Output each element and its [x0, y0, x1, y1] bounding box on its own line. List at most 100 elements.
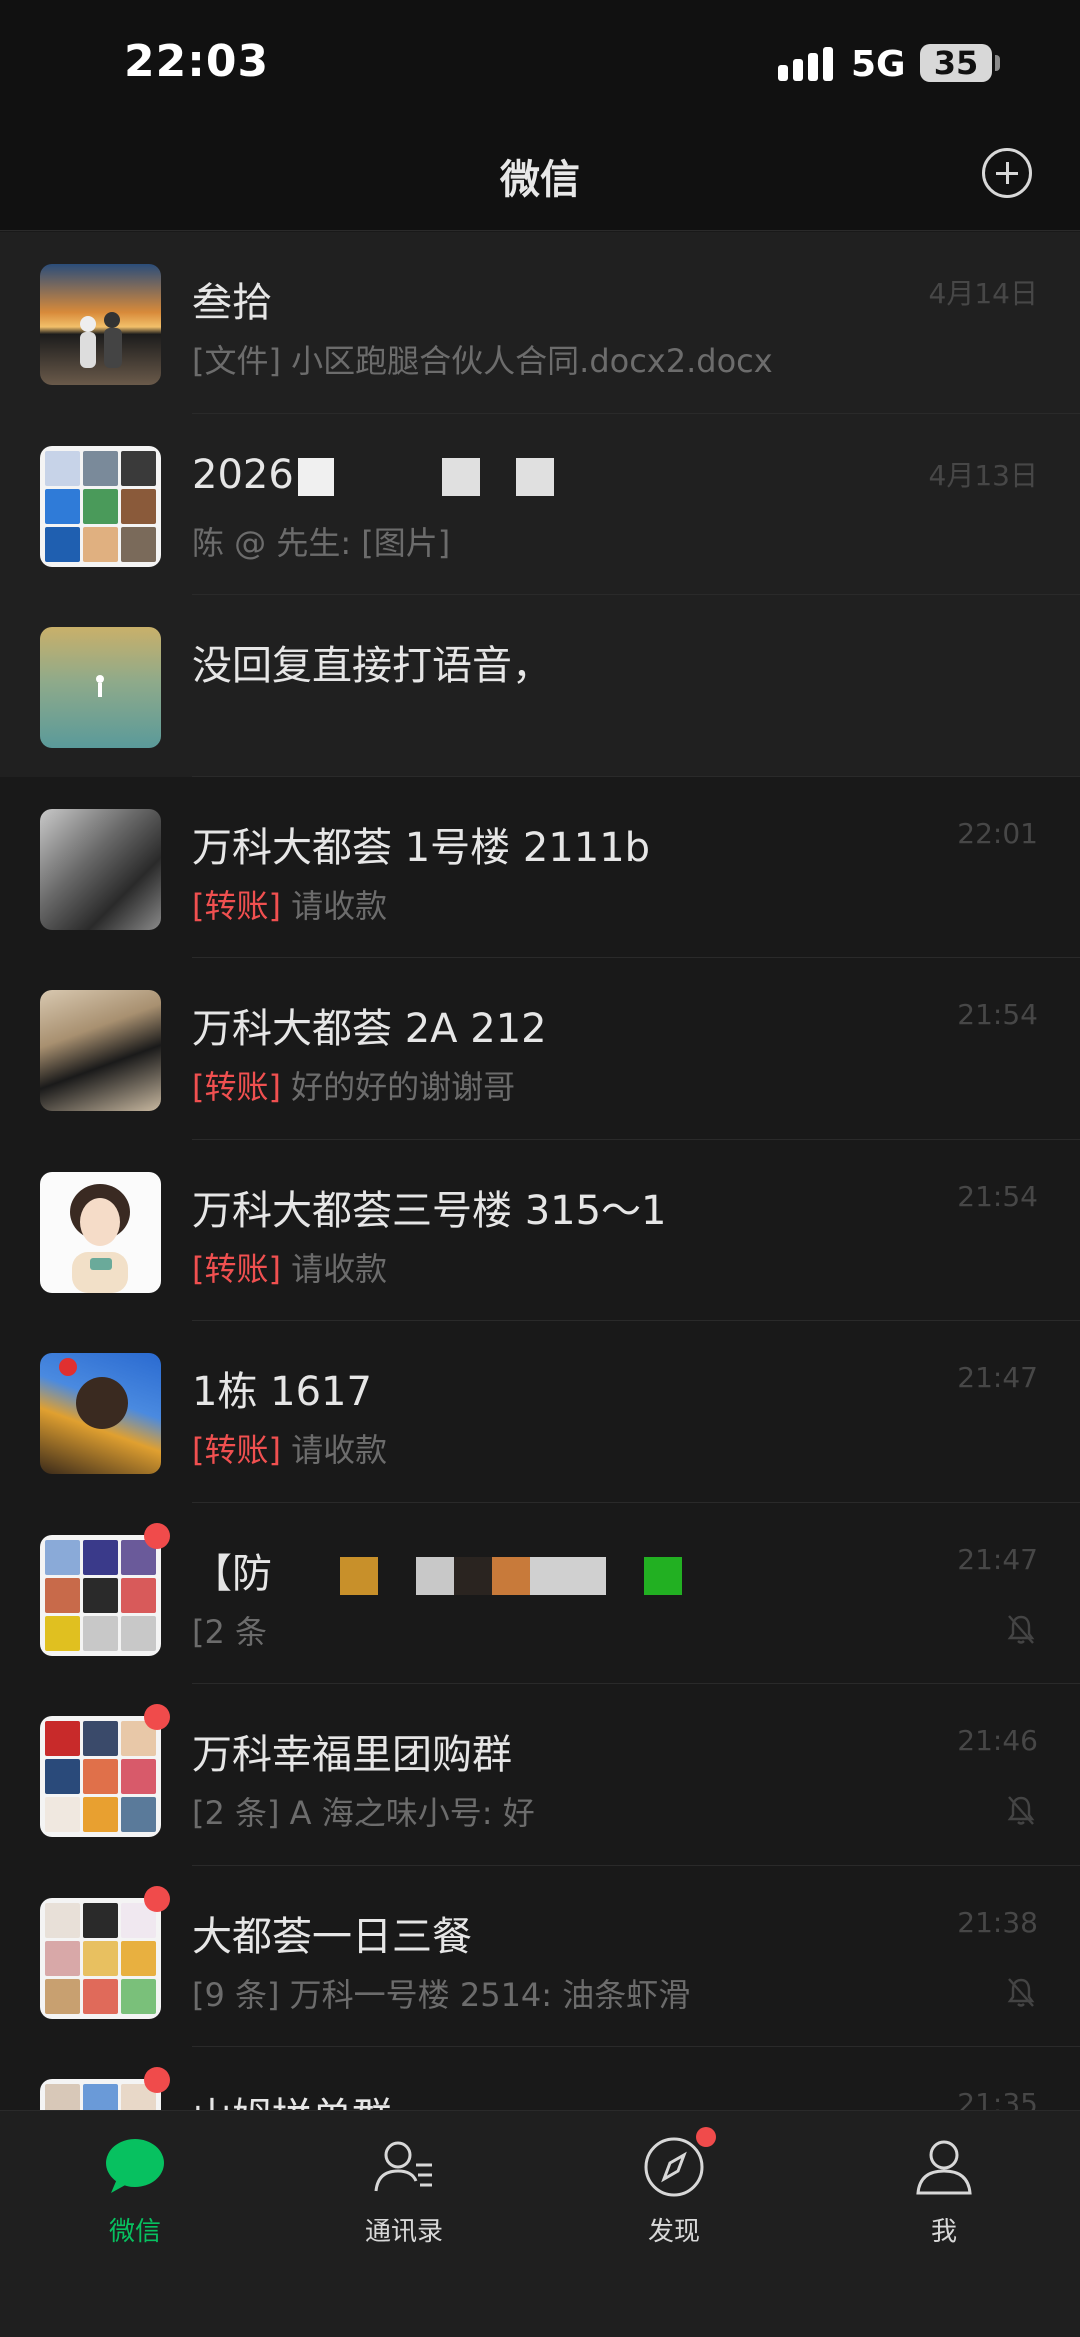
person-icon [912, 2135, 976, 2199]
chat-list[interactable]: 叁拾 [文件] 小区跑腿合伙人合同.docx2.docx 4月14日 2026 … [0, 232, 1080, 2110]
battery-cap [995, 55, 1000, 71]
page-title: 微信 [500, 157, 580, 203]
chat-preview: [转账] 请收款 [192, 1244, 387, 1290]
redaction-block [272, 1556, 332, 1595]
chat-row[interactable]: 万科大都荟 2A 212 [转账] 好的好的谢谢哥 21:54 [0, 958, 1080, 1140]
chat-time: 21:35 [957, 2087, 1038, 2110]
avatar [40, 1534, 161, 1656]
chat-row[interactable]: 万科大都荟三号楼 315～1 [转账] 请收款 21:54 [0, 1140, 1080, 1321]
plus-circle-icon[interactable] [982, 148, 1032, 198]
avatar [40, 808, 161, 930]
transfer-tag: [转账] [192, 886, 281, 925]
redaction-block [441, 457, 480, 496]
chat-preview: [文件] 小区跑腿合伙人合同.docx2.docx [192, 342, 773, 380]
preview-text: 请收款 [291, 1249, 388, 1288]
tab-discover[interactable]: 发现 [594, 2127, 754, 2265]
redaction-block [492, 1556, 530, 1595]
status-bar: 22:03 5G 35 [0, 0, 1080, 125]
tab-label: 我 [930, 2217, 957, 2247]
status-time: 22:03 [124, 36, 270, 87]
chat-preview: 陈 @ 先生: [图片] [192, 523, 451, 562]
chat-name: 万科大都荟 2A 212 [192, 1006, 547, 1052]
avatar [40, 1353, 161, 1474]
chat-time: 4月13日 [928, 458, 1038, 492]
avatar-people-image [80, 312, 122, 368]
transfer-tag: [转账] [192, 1431, 281, 1469]
chat-preview: [转账] 好的好的谢谢哥 [192, 1062, 515, 1108]
mute-bell-icon [1007, 1977, 1035, 2007]
avatar [40, 990, 161, 1111]
chat-preview: [2 条 [192, 1612, 268, 1651]
chat-name-text: 【防 [192, 1550, 272, 1597]
avatar [40, 1897, 161, 2019]
unread-dot [144, 2067, 170, 2093]
redaction-block [644, 1556, 682, 1595]
chat-row[interactable]: 2026 陈 @ 先生: [图片] 4月13日 [0, 413, 1080, 595]
chat-row[interactable]: 【防 [2 条 21:47 [0, 1503, 1080, 1684]
chat-name: 万科幸福里团购群 [192, 1732, 512, 1778]
chat-time: 21:54 [957, 998, 1038, 1031]
avatar [40, 1171, 161, 1293]
redaction-block [530, 1556, 606, 1595]
tab-chats[interactable]: 微信 [55, 2135, 215, 2265]
chat-name: 2026 [192, 452, 554, 498]
unread-dot [144, 1704, 170, 1730]
avatar [40, 2079, 161, 2110]
chat-row[interactable]: 大都荟一日三餐 [9 条] 万科一号楼 2514: 油条虾滑 21:38 [0, 1866, 1080, 2047]
avatar-illustration-image [70, 1183, 130, 1293]
chat-name: 叁拾 [192, 280, 272, 326]
transfer-tag: [转账] [192, 1068, 281, 1106]
chat-row[interactable]: 没回复直接打语音， [0, 595, 1080, 777]
chat-name: 没回复直接打语音， [192, 643, 552, 689]
preview-text: 请收款 [291, 1431, 388, 1469]
chat-row[interactable]: 1栋 1617 [转账] 请收款 21:47 [0, 1321, 1080, 1503]
tab-label: 发现 [647, 2217, 700, 2247]
avatar [40, 445, 161, 567]
compass-icon [642, 2127, 716, 2199]
chat-row[interactable]: 万科大都荟 1号楼 2111b [转账] 请收款 22:01 [0, 777, 1080, 958]
unread-dot [144, 1885, 170, 1912]
contacts-icon [372, 2135, 436, 2199]
avatar [40, 264, 161, 385]
preview-text: 请收款 [291, 886, 388, 925]
tab-me[interactable]: 我 [864, 2135, 1024, 2265]
chat-name-text: 2026 [192, 451, 294, 498]
chat-time: 21:47 [957, 1361, 1038, 1394]
chat-time: 4月14日 [928, 277, 1038, 310]
redaction-block [340, 1556, 378, 1595]
chat-preview: [转账] 请收款 [192, 881, 387, 927]
chat-name: 万科大都荟 1号楼 2111b [192, 824, 651, 871]
chat-name: 1栋 1617 [192, 1369, 372, 1415]
avatar-figure-image [96, 675, 104, 697]
redaction-block [515, 457, 554, 496]
chat-preview: [9 条] 万科一号楼 2514: 油条虾滑 [192, 1975, 691, 2014]
redaction-block [297, 457, 334, 496]
redaction-block [454, 1556, 492, 1595]
chat-name: 【防 [192, 1541, 682, 1599]
chat-name: 大都荟一日三餐 [192, 1913, 472, 1960]
tab-label: 通讯录 [364, 2217, 443, 2247]
tab-label: 微信 [108, 2217, 161, 2247]
chat-row[interactable]: 叁拾 [文件] 小区跑腿合伙人合同.docx2.docx 4月14日 [0, 232, 1080, 414]
chat-name: 山姆拼单群 [192, 2085, 392, 2110]
chat-name: 万科大都荟三号楼 315～1 [192, 1187, 667, 1234]
nav-header: 微信 [0, 125, 1080, 231]
avatar [40, 1716, 161, 1837]
discover-badge [696, 2127, 716, 2147]
chat-preview: [转账] 请收款 [192, 1425, 387, 1471]
chat-row[interactable]: 万科幸福里团购群 [2 条] A 海之味小号: 好 21:46 [0, 1684, 1080, 1866]
tab-contacts[interactable]: 通讯录 [324, 2135, 484, 2265]
tab-bar: 微信 通讯录 发现 我 [0, 2110, 1080, 2337]
chat-bubble-icon [103, 2135, 167, 2199]
avatar-photo-image [59, 1358, 128, 1429]
chat-row[interactable]: 山姆拼单群 21:35 [0, 2047, 1080, 2110]
chat-time: 21:38 [957, 1905, 1038, 1939]
chat-time: 21:54 [957, 1179, 1038, 1213]
mute-bell-icon [1007, 1614, 1035, 1644]
redaction-block [416, 1556, 454, 1595]
chat-time: 21:46 [957, 1724, 1038, 1757]
mute-bell-icon [1007, 1796, 1035, 1825]
network-label: 5G [851, 44, 906, 85]
unread-dot [144, 1522, 170, 1549]
avatar [40, 627, 161, 748]
